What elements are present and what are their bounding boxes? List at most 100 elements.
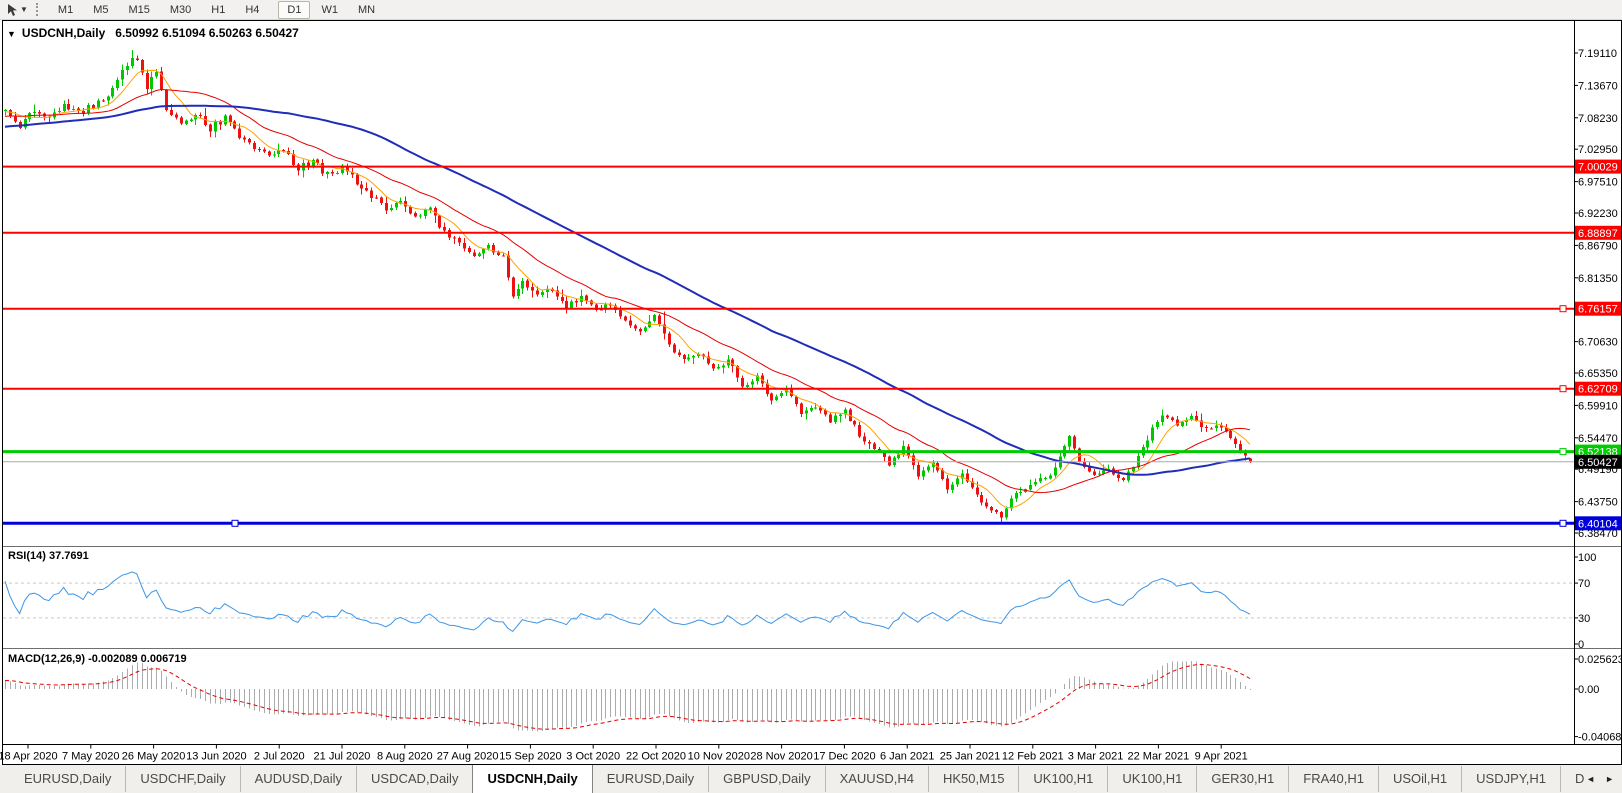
svg-text:7.13670: 7.13670 [1578, 80, 1618, 92]
svg-text:0.00: 0.00 [1578, 684, 1599, 696]
chart-canvas[interactable]: 7.19110 7.13670 7.08230 7.02950 6.97510 6.922… [0, 0, 1622, 765]
hline-handle[interactable] [1560, 449, 1566, 455]
symbol-tab-usdcad-daily[interactable]: USDCAD,Daily [356, 766, 472, 792]
svg-text:6 Jan 2021: 6 Jan 2021 [880, 751, 934, 763]
svg-text:6.59910: 6.59910 [1578, 400, 1618, 412]
symbol-tab-usdcnh-daily[interactable]: USDCNH,Daily [472, 765, 592, 793]
svg-text:6.40104: 6.40104 [1578, 518, 1618, 530]
svg-text:18 Apr 2020: 18 Apr 2020 [0, 751, 58, 763]
symbol-tab-gbpusd-daily[interactable]: GBPUSD,Daily [708, 766, 824, 792]
svg-text:70: 70 [1578, 578, 1590, 590]
toolbar: ▼ M1M5M15M30H1H4 D1W1MN [0, 0, 1622, 20]
svg-text:6.65350: 6.65350 [1578, 368, 1618, 380]
symbol-dropdown-icon[interactable]: ▼ [7, 29, 16, 39]
svg-text:12 Feb 2021: 12 Feb 2021 [1002, 751, 1064, 763]
svg-text:6.76157: 6.76157 [1578, 304, 1618, 316]
svg-text:7.19110: 7.19110 [1578, 48, 1617, 60]
price-label-6.40104: 6.40104 [1575, 516, 1621, 530]
symbol-tab-usdchf-daily[interactable]: USDCHF,Daily [125, 766, 239, 792]
price-label-6.76157: 6.76157 [1575, 302, 1621, 316]
svg-text:17 Dec 2020: 17 Dec 2020 [813, 751, 875, 763]
svg-text:21 Jul 2020: 21 Jul 2020 [314, 751, 371, 763]
svg-text:25 Jan 2021: 25 Jan 2021 [940, 751, 1001, 763]
price-label-7.00029: 7.00029 [1575, 160, 1621, 174]
symbol-tab-eurusd-daily[interactable]: EURUSD,Daily [593, 766, 708, 792]
svg-text:30: 30 [1578, 613, 1590, 625]
chart-cursor-icon[interactable] [5, 3, 19, 17]
svg-text:13 Jun 2020: 13 Jun 2020 [186, 751, 247, 763]
svg-text:8 Aug 2020: 8 Aug 2020 [377, 751, 433, 763]
svg-text:6.54470: 6.54470 [1578, 433, 1618, 445]
svg-text:6.62709: 6.62709 [1578, 384, 1618, 396]
symbol-tab-audusd-daily[interactable]: AUDUSD,Daily [240, 766, 356, 792]
svg-text:0: 0 [1578, 639, 1584, 651]
svg-text:7.02950: 7.02950 [1578, 144, 1618, 156]
symbol-tab-usdjpy-h1[interactable]: USDJPY,H1 [1461, 766, 1560, 792]
symbol-tab-usoil-h1[interactable]: USOil,H1 [1378, 766, 1461, 792]
svg-text:10 Nov 2020: 10 Nov 2020 [688, 751, 750, 763]
timeframe-button-h1[interactable]: H1 [202, 1, 234, 19]
svg-text:27 Aug 2020: 27 Aug 2020 [437, 751, 499, 763]
chart-tabs: EURUSD,DailyUSDCHF,DailyAUDUSD,DailyUSDC… [10, 765, 1584, 793]
symbol-tab-uk100-h1[interactable]: UK100,H1 [1018, 766, 1107, 792]
symbol-tab-hk50-m15[interactable]: HK50,M15 [928, 766, 1018, 792]
timeframe-button-m1[interactable]: M1 [49, 1, 82, 19]
chart-title: ▼USDCNH,Daily6.50992 6.51094 6.50263 6.5… [7, 26, 299, 40]
chart-plot-area[interactable] [3, 21, 1573, 544]
price-label-6.88897: 6.88897 [1575, 226, 1621, 240]
hline-handle[interactable] [1560, 520, 1566, 526]
price-label-6.50427: 6.50427 [1575, 455, 1621, 469]
timeframe-button-m15[interactable]: M15 [119, 1, 158, 19]
svg-text:22 Mar 2021: 22 Mar 2021 [1128, 751, 1190, 763]
svg-text:7.08230: 7.08230 [1578, 113, 1618, 125]
svg-text:2 Jul 2020: 2 Jul 2020 [254, 751, 305, 763]
hline-handle[interactable] [232, 520, 238, 526]
symbol-tab-dj30-weekly[interactable]: DJ30,Weekly [1560, 766, 1584, 792]
symbol-tab-xauusd-h4[interactable]: XAUUSD,H4 [825, 766, 928, 792]
svg-text:3 Oct 2020: 3 Oct 2020 [566, 751, 620, 763]
hline-handle[interactable] [1560, 386, 1566, 392]
svg-text:3 Mar 2021: 3 Mar 2021 [1068, 751, 1124, 763]
svg-text:6.43750: 6.43750 [1578, 497, 1618, 509]
svg-text:6.97510: 6.97510 [1578, 177, 1618, 189]
mt4-window: ▼ M1M5M15M30H1H4 D1W1MN 7.19110 7.13670 7.0… [0, 0, 1622, 793]
timeframe-button-mn[interactable]: MN [349, 1, 384, 19]
symbol-tab-ger30-h1[interactable]: GER30,H1 [1196, 766, 1288, 792]
svg-text:7.00029: 7.00029 [1578, 162, 1618, 174]
tab-scroll-right-icon[interactable]: ► [1605, 774, 1614, 784]
svg-text:6.70630: 6.70630 [1578, 337, 1618, 349]
svg-text:9 Apr 2021: 9 Apr 2021 [1195, 751, 1248, 763]
symbol-tab-fra40-h1[interactable]: FRA40,H1 [1288, 766, 1378, 792]
svg-text:6.50427: 6.50427 [1578, 457, 1618, 469]
svg-text:28 Nov 2020: 28 Nov 2020 [750, 751, 812, 763]
tab-scroll-arrows: ◄ ► [1586, 774, 1622, 784]
symbol-tab-eurusd-daily[interactable]: EURUSD,Daily [10, 766, 125, 792]
chart-tabs-bar: EURUSD,DailyUSDCHF,DailyAUDUSD,DailyUSDC… [0, 765, 1622, 793]
price-label-6.62709: 6.62709 [1575, 382, 1621, 396]
svg-text:7 May 2020: 7 May 2020 [62, 751, 119, 763]
timeframe-buttons: M1M5M15M30H1H4 D1W1MN [48, 4, 385, 16]
svg-text:6.88897: 6.88897 [1578, 228, 1618, 240]
timeframe-button-d1[interactable]: D1 [278, 1, 310, 19]
rsi-indicator-label: RSI(14) 37.7691 [8, 550, 89, 562]
svg-text:100: 100 [1578, 552, 1596, 564]
timeframe-button-w1[interactable]: W1 [312, 1, 347, 19]
chart-ohlc-values: 6.50992 6.51094 6.50263 6.50427 [115, 26, 299, 40]
svg-text:0.025623: 0.025623 [1578, 654, 1622, 666]
svg-text:26 May 2020: 26 May 2020 [122, 751, 186, 763]
svg-text:6.86790: 6.86790 [1578, 240, 1618, 252]
hline-handle[interactable] [1560, 306, 1566, 312]
toolbar-grip[interactable] [36, 3, 41, 16]
svg-text:15 Sep 2020: 15 Sep 2020 [499, 751, 561, 763]
svg-text:6.92230: 6.92230 [1578, 208, 1618, 220]
tab-scroll-left-icon[interactable]: ◄ [1586, 774, 1595, 784]
timeframe-button-h4[interactable]: H4 [236, 1, 268, 19]
svg-text:-0.040687: -0.040687 [1578, 732, 1622, 744]
symbol-tab-uk100-h1[interactable]: UK100,H1 [1107, 766, 1196, 792]
svg-text:22 Oct 2020: 22 Oct 2020 [626, 751, 686, 763]
timeframe-button-m5[interactable]: M5 [84, 1, 117, 19]
macd-indicator-label: MACD(12,26,9) -0.002089 0.006719 [8, 653, 187, 665]
svg-text:6.81350: 6.81350 [1578, 273, 1618, 285]
chevron-down-icon[interactable]: ▼ [20, 5, 28, 14]
timeframe-button-m30[interactable]: M30 [161, 1, 200, 19]
